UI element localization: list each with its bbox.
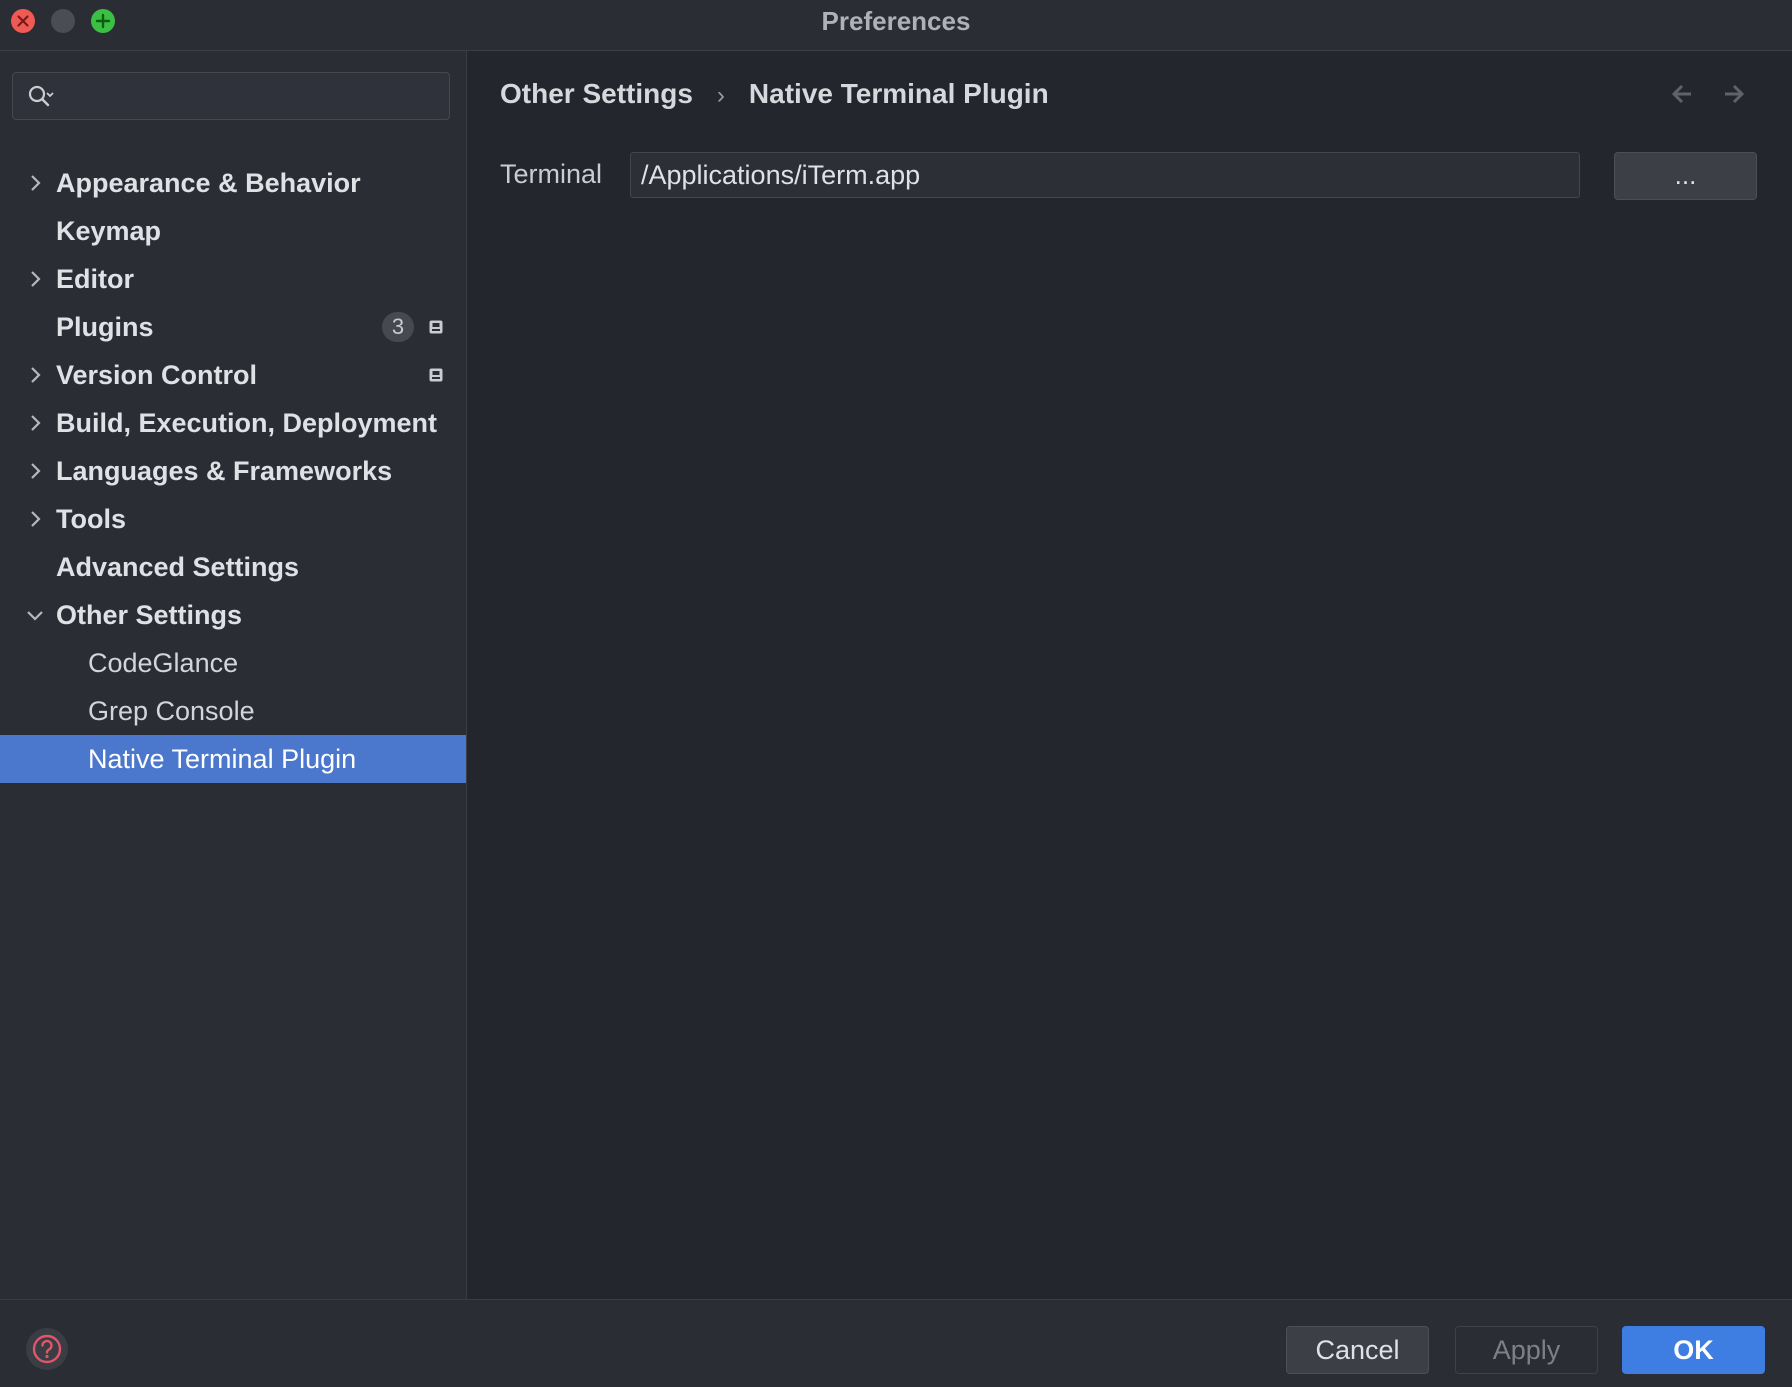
sidebar-item-build-execution-deployment[interactable]: Build, Execution, Deployment (0, 399, 466, 447)
browse-button[interactable]: ... (1614, 152, 1757, 200)
breadcrumb: Other Settings › Native Terminal Plugin (500, 78, 1049, 110)
project-level-icon (429, 320, 443, 334)
settings-content: Other Settings › Native Terminal Plugin Te… (467, 51, 1792, 1299)
title-bar: Preferences (0, 0, 1792, 51)
project-level-icon (429, 368, 443, 382)
sidebar-item-native-terminal-plugin[interactable]: Native Terminal Plugin (0, 735, 466, 783)
window-title: Preferences (821, 6, 971, 36)
sidebar-item-label: Other Settings (56, 600, 243, 630)
breadcrumb-parent[interactable]: Other Settings (500, 78, 693, 109)
sidebar-item-appearance-behavior[interactable]: Appearance & Behavior (0, 159, 466, 207)
sidebar-item-label: Build, Execution, Deployment (56, 408, 438, 438)
plugins-update-badge: 3 (382, 312, 414, 342)
sidebar-item-label: Editor (56, 264, 134, 294)
terminal-path-input[interactable] (630, 152, 1580, 198)
sidebar-item-label: Plugins (56, 312, 154, 342)
chevron-right-icon[interactable] (24, 172, 46, 194)
cancel-button[interactable]: Cancel (1286, 1326, 1429, 1374)
sidebar-item-label: Languages & Frameworks (56, 456, 393, 486)
apply-button[interactable]: Apply (1455, 1326, 1598, 1374)
sidebar-item-tools[interactable]: Tools (0, 495, 466, 543)
search-icon (28, 85, 54, 107)
sidebar-item-label: Grep Console (88, 696, 255, 726)
breadcrumb-current: Native Terminal Plugin (748, 78, 1049, 109)
sidebar-item-other-settings[interactable]: Other Settings (0, 591, 466, 639)
sidebar-item-advanced-settings[interactable]: Advanced Settings (0, 543, 466, 591)
settings-search[interactable] (12, 72, 450, 120)
help-icon (32, 1334, 62, 1364)
chevron-right-icon[interactable] (24, 364, 46, 386)
sidebar-item-keymap[interactable]: Keymap (0, 207, 466, 255)
settings-tree: Appearance & Behavior Keymap Editor Plug… (0, 159, 466, 783)
sidebar-item-label: Keymap (56, 216, 162, 246)
sidebar-item-languages-frameworks[interactable]: Languages & Frameworks (0, 447, 466, 495)
ok-button[interactable]: OK (1622, 1326, 1765, 1374)
chevron-right-icon[interactable] (24, 508, 46, 530)
settings-sidebar: Appearance & Behavior Keymap Editor Plug… (0, 51, 467, 1299)
help-button[interactable] (26, 1328, 68, 1370)
sidebar-item-grep-console[interactable]: Grep Console (0, 687, 466, 735)
dialog-footer: Cancel Apply OK (0, 1299, 1792, 1387)
sidebar-item-label: Version Control (56, 360, 258, 390)
sidebar-item-plugins[interactable]: Plugins 3 (0, 303, 466, 351)
sidebar-item-label: Advanced Settings (56, 552, 300, 582)
sidebar-item-editor[interactable]: Editor (0, 255, 466, 303)
search-input[interactable] (69, 79, 433, 113)
sidebar-item-label: Tools (56, 504, 126, 534)
forward-arrow-icon[interactable] (1721, 81, 1747, 107)
chevron-right-icon[interactable] (24, 268, 46, 290)
chevron-down-icon[interactable] (24, 604, 46, 626)
chevron-right-icon[interactable] (24, 412, 46, 434)
terminal-label: Terminal (500, 159, 603, 189)
sidebar-item-codeglance[interactable]: CodeGlance (0, 639, 466, 687)
sidebar-item-label: Appearance & Behavior (56, 168, 361, 198)
sidebar-item-version-control[interactable]: Version Control (0, 351, 466, 399)
sidebar-item-label: CodeGlance (88, 648, 239, 678)
back-arrow-icon[interactable] (1669, 81, 1695, 107)
sidebar-item-label: Native Terminal Plugin (88, 744, 357, 774)
chevron-right-icon[interactable] (24, 460, 46, 482)
breadcrumb-separator: › (716, 82, 725, 109)
